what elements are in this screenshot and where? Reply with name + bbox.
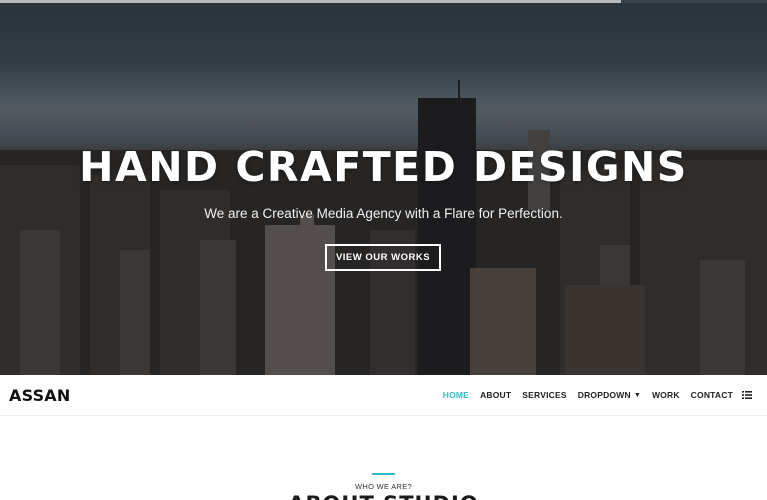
hero-section: HAND CRAFTED DESIGNS We are a Creative M… bbox=[0, 0, 767, 375]
scroll-progress-fill bbox=[0, 0, 622, 3]
about-section: WHO WE ARE? ABOUT STUDIO bbox=[0, 416, 767, 500]
hero-subtitle: We are a Creative Media Agency with a Fl… bbox=[204, 206, 563, 221]
hero-title: HAND CRAFTED DESIGNS bbox=[79, 143, 688, 191]
nav-item-label: SERVICES bbox=[522, 390, 567, 400]
caret-down-icon: ▼ bbox=[633, 391, 641, 399]
nav-item-contact[interactable]: CONTACT bbox=[691, 390, 733, 400]
nav-item-about[interactable]: ABOUT bbox=[480, 390, 511, 400]
main-navbar: ASSAN HOME ABOUT SERVICES DROPDOWN ▼ WOR… bbox=[0, 375, 767, 416]
view-our-works-button[interactable]: VIEW OUR WORKS bbox=[325, 244, 441, 271]
list-icon[interactable] bbox=[742, 390, 752, 400]
section-kicker: WHO WE ARE? bbox=[354, 482, 413, 491]
nav-item-label: DROPDOWN bbox=[577, 390, 631, 400]
site-logo[interactable]: ASSAN bbox=[9, 386, 70, 405]
nav-item-services[interactable]: SERVICES bbox=[522, 390, 566, 400]
nav-item-label: HOME bbox=[442, 390, 470, 400]
nav-item-work[interactable]: WORK bbox=[652, 390, 680, 400]
nav-menu: HOME ABOUT SERVICES DROPDOWN ▼ WORK CONT… bbox=[432, 375, 733, 415]
section-accent-line bbox=[372, 473, 395, 475]
section-title: ABOUT STUDIO bbox=[0, 492, 767, 500]
nav-item-home[interactable]: HOME bbox=[443, 390, 469, 400]
nav-item-dropdown[interactable]: DROPDOWN ▼ bbox=[578, 390, 641, 400]
nav-item-label: WORK bbox=[651, 390, 680, 400]
nav-item-label: CONTACT bbox=[690, 390, 733, 400]
nav-item-label: ABOUT bbox=[480, 390, 512, 400]
scroll-progress-bar bbox=[0, 0, 767, 3]
